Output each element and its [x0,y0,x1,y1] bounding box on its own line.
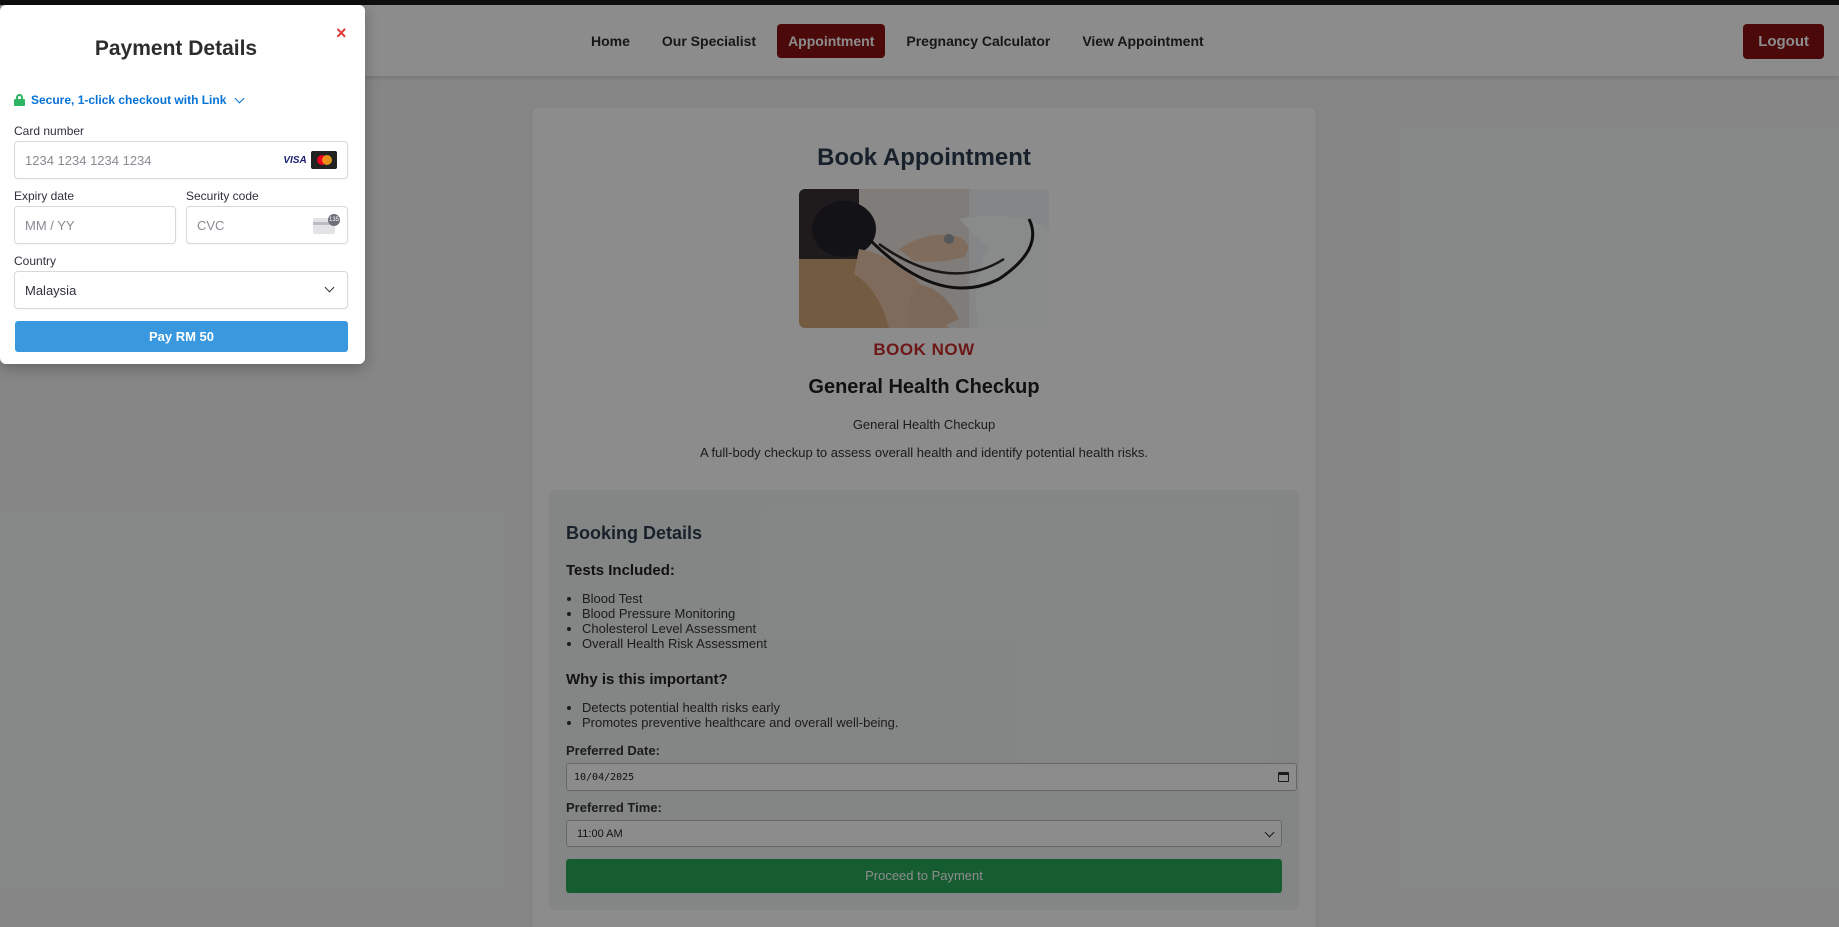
card-number-placeholder: 1234 1234 1234 1234 [25,153,152,168]
link-checkout-text: Secure, 1-click checkout with Link [31,93,227,107]
pay-button[interactable]: Pay RM 50 [15,321,348,352]
mastercard-logo [311,151,337,169]
card-number-field[interactable]: 1234 1234 1234 1234 VISA [14,141,348,179]
lock-icon [14,94,25,106]
visa-logo: VISA [283,153,307,168]
close-icon[interactable]: × [336,23,347,44]
security-code-field[interactable]: CVC 135 [186,206,348,244]
cvc-card-icon: 135 [313,214,340,234]
country-label: Country [14,254,57,268]
card-number-label: Card number [14,124,85,138]
chevron-down-icon [324,282,335,293]
payment-modal: Payment Details × Secure, 1-click checko… [0,5,365,364]
country-value: Malaysia [25,283,77,298]
security-code-label: Security code [186,189,259,203]
country-select[interactable]: Malaysia [14,271,348,309]
chevron-down-icon [234,93,245,103]
cvc-placeholder: CVC [197,218,225,233]
expiry-date-field[interactable]: MM / YY [14,206,176,244]
link-checkout-toggle[interactable]: Secure, 1-click checkout with Link [14,93,245,107]
expiry-date-label: Expiry date [14,189,75,203]
payment-modal-title: Payment Details [94,37,258,60]
expiry-placeholder: MM / YY [25,218,75,233]
